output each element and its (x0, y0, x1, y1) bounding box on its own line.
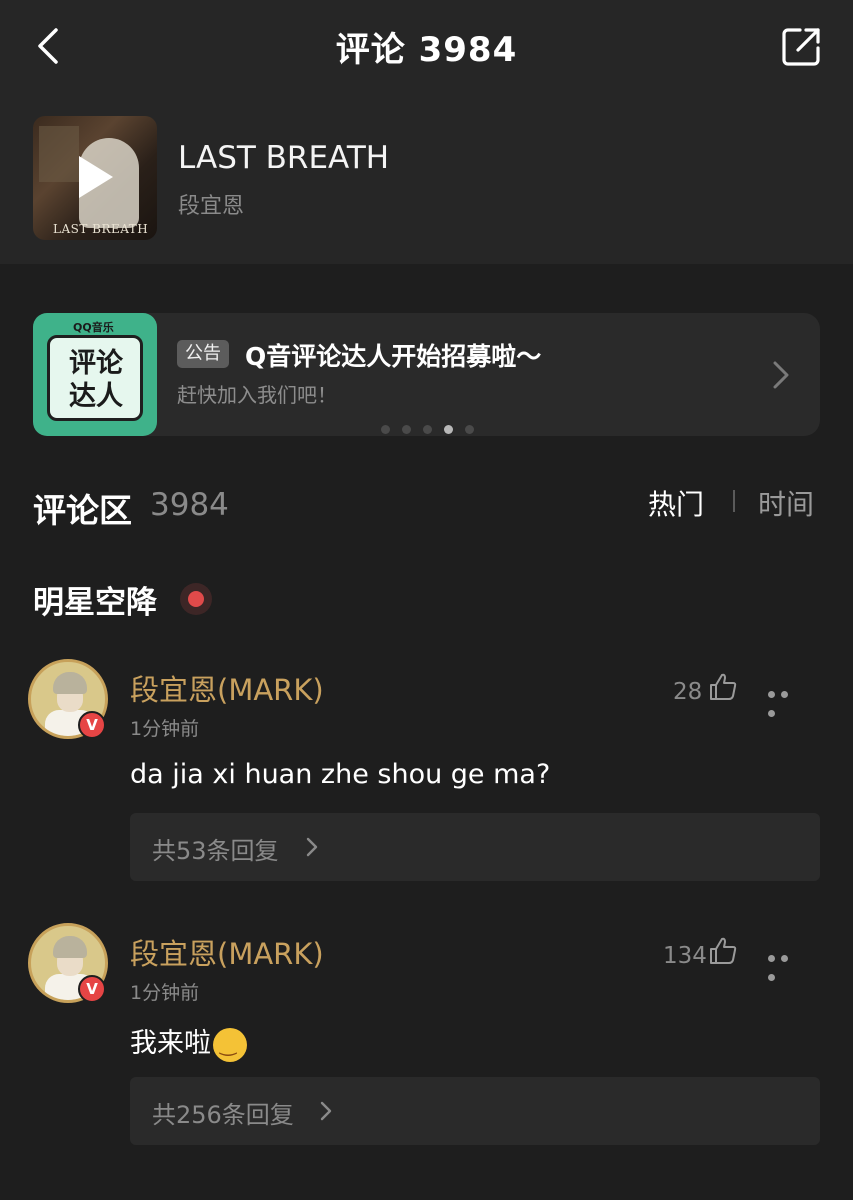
comment-section-count: 3984 (150, 487, 229, 523)
top-navbar: 评论 3984 (0, 0, 853, 92)
reply-count-button[interactable]: 共256条回复 (130, 1077, 820, 1145)
song-info-bar[interactable]: LAST BREATH LAST BREATH 段宜恩 (0, 92, 853, 264)
comment-username[interactable]: 段宜恩(MARK) (130, 667, 324, 709)
qq-music-brand: QQ音乐 (73, 321, 114, 334)
sort-hot-tab[interactable]: 热门 (648, 483, 704, 523)
live-indicator-icon (180, 583, 212, 615)
more-options-icon[interactable] (768, 683, 804, 717)
announcement-image-text: 评论达人 (69, 348, 123, 412)
comment-text-row: 我来啦 (130, 1021, 247, 1062)
cover-window-shape (39, 126, 79, 182)
announcement-subtitle: 赶快加入我们吧！ (177, 383, 337, 407)
comment-text: 我来啦 (130, 1028, 211, 1059)
thumbs-up-icon[interactable] (708, 936, 738, 966)
verified-badge-icon: V (78, 975, 106, 1003)
cover-caption: LAST BREATH (53, 222, 149, 236)
comment-time: 1分钟前 (130, 982, 200, 1004)
song-title: LAST BREATH (178, 140, 390, 176)
announcement-title: Q音评论达人开始招募啦～ (245, 342, 542, 371)
carousel-dot (381, 425, 390, 434)
page-title: 评论 3984 (335, 30, 518, 70)
chevron-right-icon (306, 837, 318, 857)
share-external-icon[interactable] (778, 24, 824, 70)
reply-count-label: 共53条回复 (152, 837, 279, 865)
star-section-heading: 明星空降 (33, 585, 157, 621)
chevron-right-icon (320, 1101, 332, 1121)
announcement-card[interactable]: QQ音乐 评论达人 公告 Q音评论达人开始招募啦～ 赶快加入我们吧！ (33, 313, 820, 436)
chevron-right-icon[interactable] (771, 359, 791, 391)
comment-item: V 段宜恩(MARK) 1分钟前 134 我来啦 共256条回复 (0, 923, 853, 1148)
like-count: 134 (663, 943, 707, 969)
comment-section-label: 评论区 (33, 491, 132, 530)
more-options-icon[interactable] (768, 947, 804, 981)
carousel-dot-active (444, 425, 453, 434)
like-count: 28 (673, 679, 703, 705)
song-artist[interactable]: 段宜恩 (178, 188, 244, 220)
reply-count-button[interactable]: 共53条回复 (130, 813, 820, 881)
carousel-indicator (381, 419, 486, 434)
sort-time-tab[interactable]: 时间 (758, 483, 814, 523)
album-cover[interactable]: LAST BREATH (33, 116, 157, 240)
comment-text: da jia xi huan zhe shou ge ma? (130, 759, 551, 790)
avatar-hair-shape (53, 936, 87, 958)
comment-item: V 段宜恩(MARK) 1分钟前 28 da jia xi huan zhe s… (0, 659, 853, 884)
announcement-image: QQ音乐 评论达人 (33, 313, 157, 436)
carousel-dot (402, 425, 411, 434)
carousel-dot (423, 425, 432, 434)
avatar-hair-shape (53, 672, 87, 694)
sort-divider (733, 490, 735, 512)
verified-badge-icon: V (78, 711, 106, 739)
play-icon[interactable] (79, 156, 113, 198)
carousel-dot (465, 425, 474, 434)
reply-count-label: 共256条回复 (152, 1101, 294, 1129)
comment-username[interactable]: 段宜恩(MARK) (130, 931, 324, 973)
thumbs-up-icon[interactable] (708, 672, 738, 702)
announcement-tag: 公告 (177, 340, 229, 368)
comment-time: 1分钟前 (130, 718, 200, 740)
smiling-face-emoji-icon (213, 1027, 247, 1062)
